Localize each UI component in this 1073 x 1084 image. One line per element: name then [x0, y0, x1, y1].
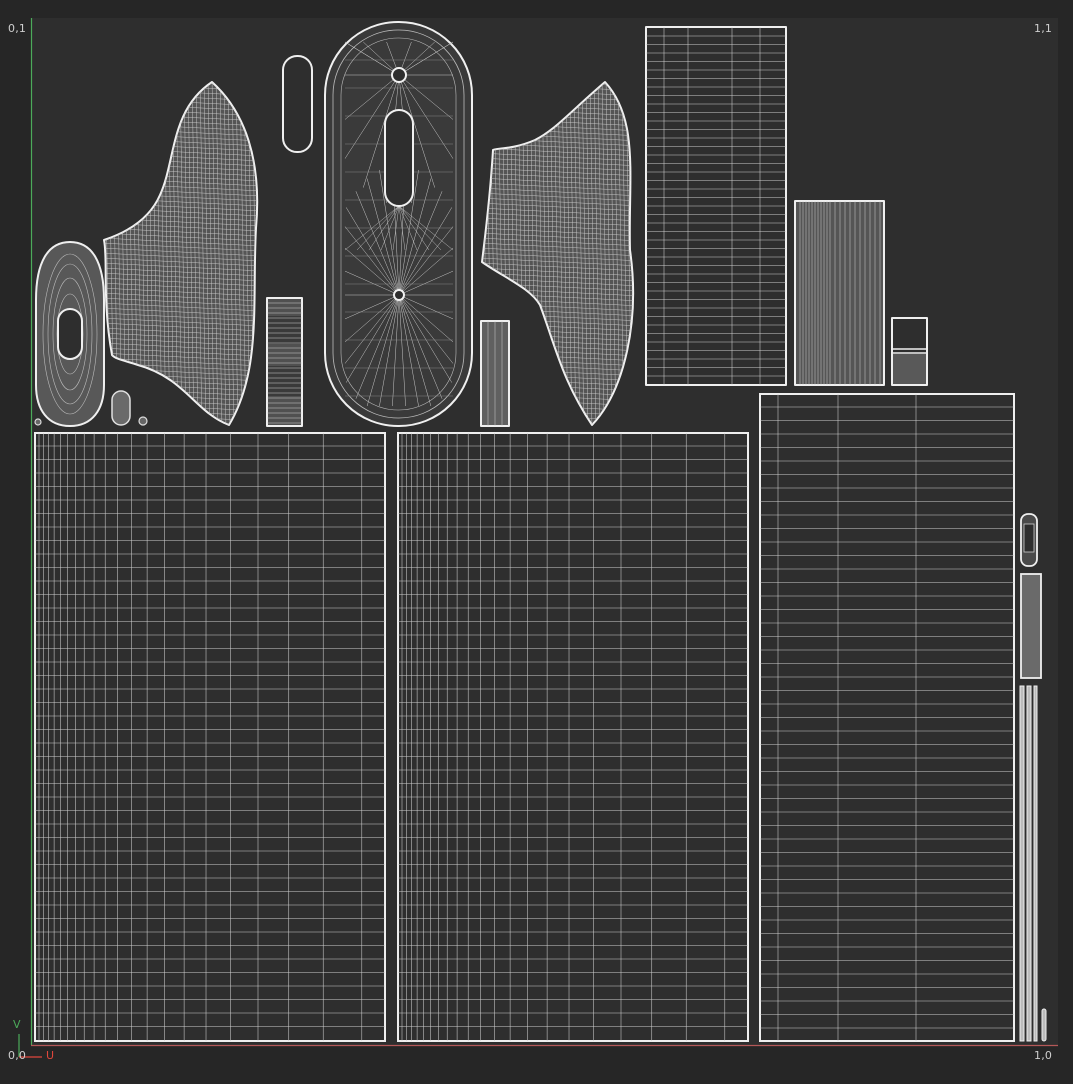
uv-island-sliver [1019, 685, 1025, 1042]
uv-island-panel-medium [794, 200, 885, 386]
uv-island-panel-large-1 [34, 432, 386, 1042]
corner-label-bottom-left: 0,0 [8, 1049, 27, 1062]
uv-island-sliver [1033, 685, 1038, 1042]
uv-island-sliver [1041, 1008, 1047, 1042]
uv-editor-viewport[interactable]: 0,1 1,1 0,0 1,0 V U [0, 0, 1073, 1080]
uv-island-capsule [282, 55, 313, 153]
uv-island-panel-tall [645, 26, 787, 386]
v-axis-label: V [13, 1018, 21, 1031]
uv-island-dot [138, 416, 148, 426]
uv-island-bar-small [480, 320, 510, 427]
corner-label-top-right: 1,1 [1034, 22, 1053, 35]
uv-island-sole [324, 21, 473, 427]
uv-island-panel-large-2 [397, 432, 749, 1042]
uv-island-pill-tiny [111, 390, 131, 426]
uv-island-oval-small [35, 241, 105, 427]
corner-label-top-left: 0,1 [8, 22, 27, 35]
uv-island-strip [266, 297, 303, 427]
uv-island-panel-large-3 [759, 393, 1015, 1042]
corner-label-bottom-right: 1,0 [1034, 1049, 1053, 1062]
uv-island-sliver [1026, 685, 1032, 1042]
uv-island-bar-edge [1020, 573, 1042, 679]
uv-island-dot [34, 418, 42, 426]
u-axis-label: U [46, 1049, 55, 1062]
uv-canvas[interactable] [0, 0, 1073, 1080]
uv-island-square-small [891, 317, 928, 386]
